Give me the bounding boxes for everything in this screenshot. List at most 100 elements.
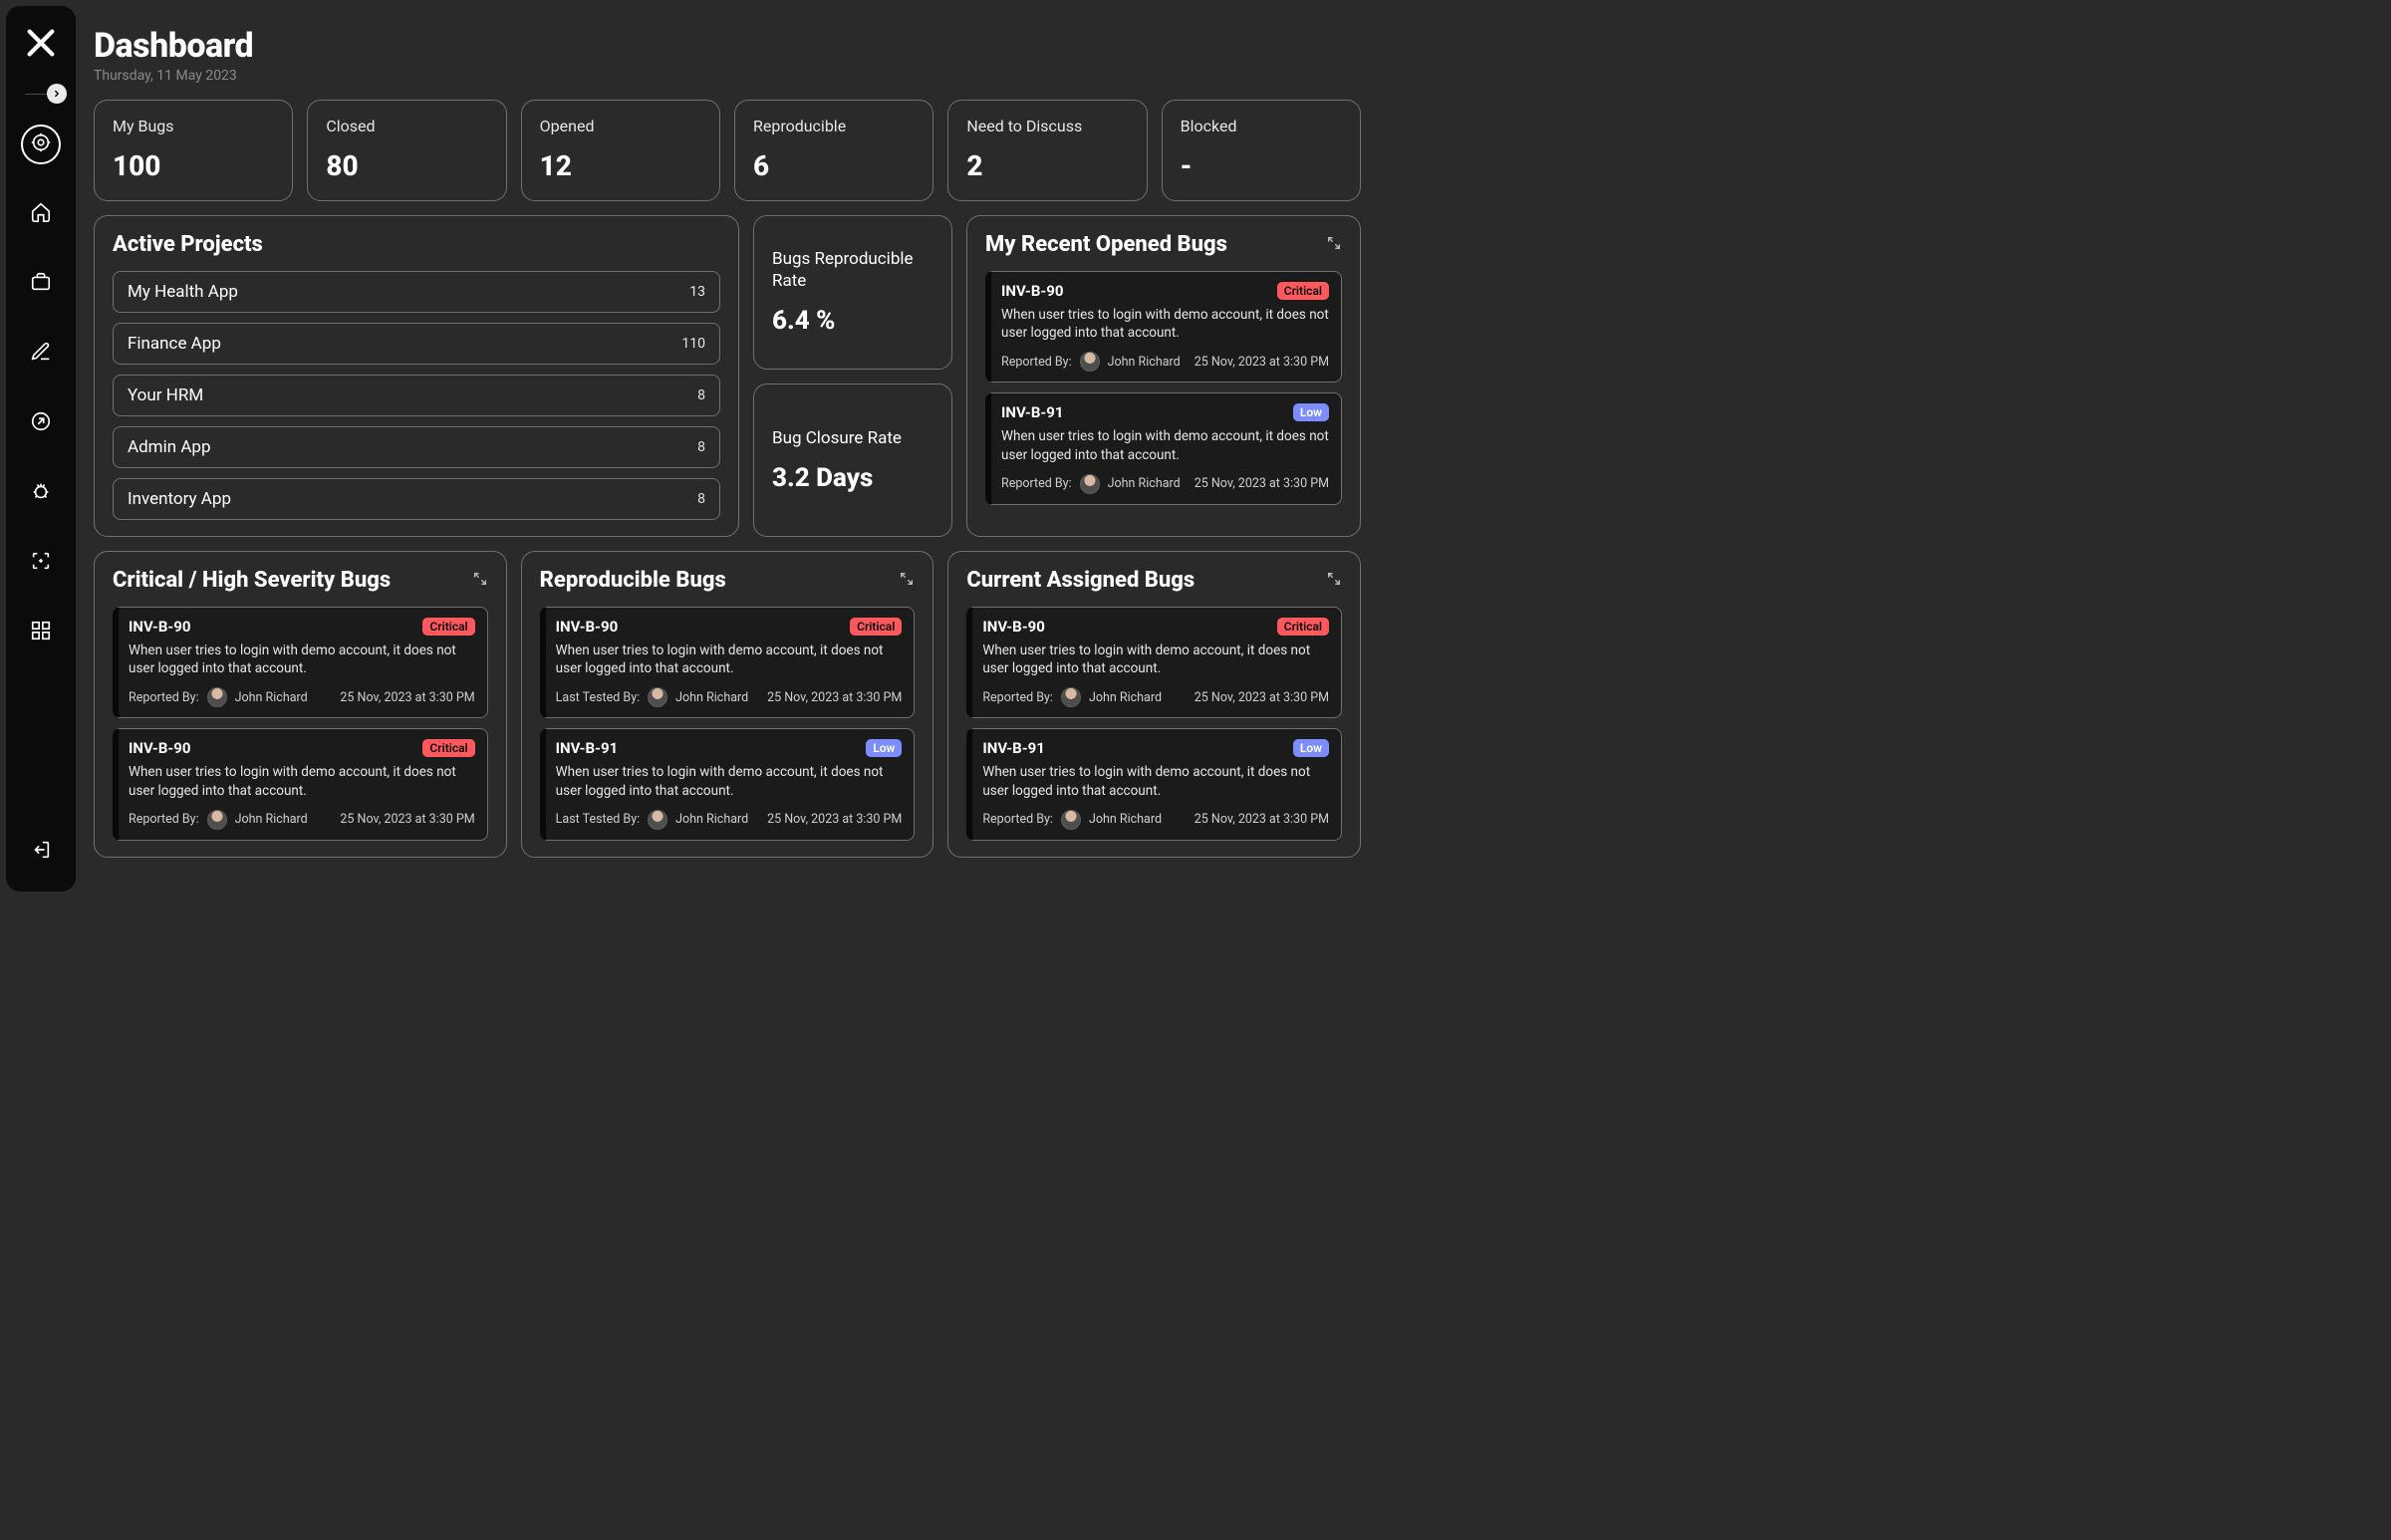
nav-item-link[interactable] [21,403,61,443]
bug-card[interactable]: INV-B-91LowWhen user tries to login with… [985,392,1342,504]
nav-item-capture[interactable] [21,543,61,583]
bug-list: INV-B-90 Critical When user tries to login… [540,607,916,841]
severity-badge: Low [1293,403,1329,421]
reporter-label: Reported By: [982,690,1053,705]
bug-description: When user tries to login with demo accou… [982,763,1329,799]
bug-time: 25 Nov, 2023 at 3:30 PM [767,812,902,827]
bug-id: INV-B-90 [982,618,1045,636]
bug-id: INV-B-91 [556,739,619,757]
page-title: Dashboard [94,26,1361,66]
rate-value: 6.4 % [772,306,933,336]
bug-id: INV-B-91 [982,739,1045,757]
bug-card[interactable]: INV-B-91LowWhen user tries to login with… [966,728,1342,840]
sidebar-expand-button[interactable] [47,84,67,104]
nav-item-home[interactable] [21,194,61,234]
project-count: 8 [697,387,705,403]
nav-list [21,125,61,832]
severity-badge: Critical [850,618,902,636]
bug-time: 25 Nov, 2023 at 3:30 PM [1195,812,1329,827]
bug-reporter: Reported By:John Richard [982,687,1162,707]
reporter-label: Reported By: [129,690,199,705]
expand-icon[interactable] [1326,232,1342,257]
project-name: My Health App [128,282,238,302]
bug-time: 25 Nov, 2023 at 3:30 PM [1195,476,1329,491]
nav-item-projects[interactable] [21,264,61,304]
project-item[interactable]: Finance App 110 [113,323,720,365]
project-item[interactable]: Inventory App 8 [113,478,720,520]
capture-icon [30,550,52,576]
bug-reporter: Last Tested By:John Richard [556,810,749,830]
project-item[interactable]: Admin App 8 [113,426,720,468]
bug-time: 25 Nov, 2023 at 3:30 PM [1195,690,1329,705]
nav-item-grid[interactable] [21,613,61,652]
severity-badge: Critical [422,739,474,757]
project-item[interactable]: My Health App 13 [113,271,720,313]
bug-description: When user tries to login with demo accou… [1001,306,1329,342]
bug-description: When user tries to login with demo accou… [556,642,903,677]
stat-opened[interactable]: Opened 12 [521,100,720,201]
project-name: Your HRM [128,385,203,405]
bug-reporter: Reported By:John Richard [129,687,308,707]
rate-column: Bugs Reproducible Rate 6.4 % Bug Closure… [753,215,952,537]
project-count: 110 [681,336,705,352]
nav-item-dashboard[interactable] [21,125,61,164]
bug-reporter: Reported By:John Richard [982,810,1162,830]
nav-item-logout[interactable] [21,832,61,872]
bug-list: INV-B-90 Critical When user tries to login… [966,607,1342,841]
briefcase-icon [30,271,52,297]
project-name: Admin App [128,437,211,457]
bug-reporter: Reported By:John Richard [1001,352,1181,372]
project-count: 13 [689,284,705,300]
expand-icon[interactable] [1326,568,1342,593]
stat-reproducible[interactable]: Reproducible 6 [734,100,933,201]
nav-item-bugs[interactable] [21,473,61,513]
logout-icon [30,839,52,865]
bottom-row: Critical / High Severity Bugs INV-B-90Cr… [94,551,1361,858]
avatar [648,810,667,830]
bug-card[interactable]: INV-B-90CriticalWhen user tries to login… [985,271,1342,383]
bug-reporter: Last Tested By:John Richard [556,687,749,707]
main-content: Dashboard Thursday, 11 May 2023 My Bugs … [76,6,1389,892]
stat-value: 100 [113,149,274,182]
recent-opened-bugs-panel: My Recent Opened Bugs INV-B-90CriticalWh… [966,215,1361,537]
expand-icon[interactable] [472,568,488,593]
bug-card[interactable]: INV-B-90 Critical When user tries to login… [540,607,916,718]
edit-icon [30,341,52,367]
avatar [1061,810,1081,830]
stat-closed[interactable]: Closed 80 [307,100,506,201]
reproducible-bugs-title: Reproducible Bugs [540,568,726,593]
bug-icon [30,480,52,506]
bug-id: INV-B-90 [129,739,191,757]
target-icon [30,131,52,157]
mid-row: Active Projects My Health App 13 Finance… [94,215,1361,537]
sidebar [6,6,76,892]
home-icon [30,201,52,227]
bug-card[interactable]: INV-B-90CriticalWhen user tries to login… [113,728,488,840]
project-list: My Health App 13 Finance App 110 Your HR… [113,271,720,520]
bug-id: INV-B-90 [556,618,619,636]
stat-value: 6 [753,149,915,182]
expand-icon[interactable] [899,568,915,593]
bug-card[interactable]: INV-B-90CriticalWhen user tries to login… [113,607,488,718]
bug-id: INV-B-90 [129,618,191,636]
bug-card[interactable]: INV-B-90CriticalWhen user tries to login… [966,607,1342,718]
severity-badge: Low [866,739,902,757]
project-name: Inventory App [128,489,231,509]
stat-label: Blocked [1181,117,1342,135]
closure-rate-card: Bug Closure Rate 3.2 Days [753,384,952,538]
project-count: 8 [697,439,705,455]
nav-item-edit[interactable] [21,334,61,374]
stat-need-to-discuss[interactable]: Need to Discuss 2 [947,100,1147,201]
bug-card[interactable]: INV-B-91LowWhen user tries to login with… [540,728,916,840]
sidebar-separator [25,94,57,95]
stat-label: Reproducible [753,117,915,135]
project-item[interactable]: Your HRM 8 [113,375,720,416]
avatar [648,687,667,707]
stat-blocked[interactable]: Blocked - [1162,100,1361,201]
stat-value: - [1181,149,1342,182]
stat-my-bugs[interactable]: My Bugs 100 [94,100,293,201]
critical-bugs-panel: Critical / High Severity Bugs INV-B-90Cr… [94,551,507,858]
avatar [1080,352,1100,372]
severity-badge: Critical [1277,618,1329,636]
stat-label: Need to Discuss [966,117,1128,135]
